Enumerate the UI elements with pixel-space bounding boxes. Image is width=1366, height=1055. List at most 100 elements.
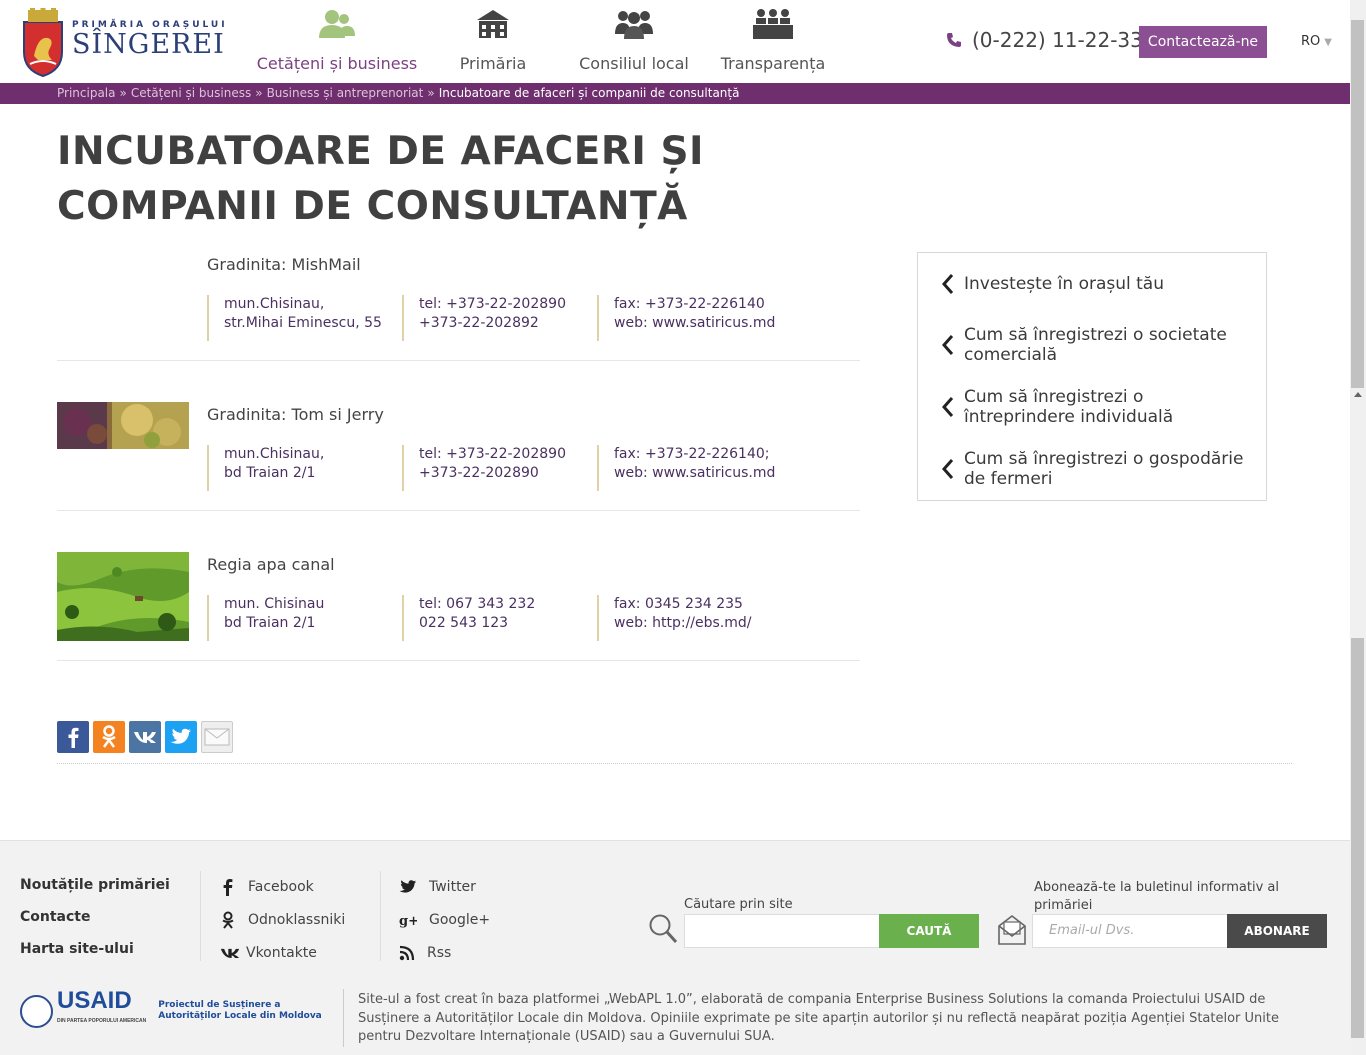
- twitter-icon: [399, 879, 417, 893]
- entry-address: mun. Chisinau bd Traian 2/1: [207, 595, 402, 641]
- list-item: Regia apa canal mun. Chisinau bd Traian 2…: [57, 552, 860, 661]
- entry-name[interactable]: Gradinita: Tom si Jerry: [207, 405, 384, 424]
- sidebar-item-gospodarie[interactable]: Cum să înregistrezi o gospodărie de ferm…: [942, 449, 1254, 489]
- sidebar-item-label: Cum să înregistrezi o întreprindere indi…: [964, 387, 1174, 427]
- footer-link-noutati[interactable]: Noutățile primăriei: [20, 877, 170, 909]
- social-label: Facebook: [248, 878, 314, 895]
- breadcrumb-link[interactable]: Principala: [57, 86, 116, 100]
- share-odnoklassniki-icon[interactable]: [93, 721, 125, 753]
- breadcrumb-current: Incubatoare de afaceri și companii de co…: [438, 86, 740, 100]
- breadcrumb-separator: »: [119, 86, 127, 100]
- site-header: PRIMĂRIA ORAȘULUI SÎNGEREI Cetățeni și b…: [0, 0, 1350, 83]
- social-link-vkontakte[interactable]: Vkontakte: [220, 936, 345, 969]
- social-link-facebook[interactable]: Facebook: [220, 870, 345, 903]
- odnoklassniki-icon: [222, 911, 234, 929]
- scrollbar-thumb[interactable]: [1351, 20, 1364, 388]
- social-label: Rss: [427, 944, 452, 961]
- social-label: Google+: [429, 911, 491, 928]
- scroll-up-icon[interactable]: [1354, 392, 1362, 397]
- nav-label: Primăria: [459, 54, 527, 73]
- breadcrumb-separator: »: [255, 86, 263, 100]
- language-selector[interactable]: RO ▼: [1301, 34, 1332, 49]
- sidebar-menu: Investește în orașul tău Cum să înregist…: [917, 252, 1267, 501]
- usaid-wordmark: USAID DIN PARTEA POPORULUI AMERICAN: [57, 989, 146, 1031]
- rss-icon: [399, 945, 415, 960]
- scrollbar[interactable]: [1350, 0, 1366, 1055]
- web-link[interactable]: web: http://ebs.md/: [614, 614, 792, 633]
- usaid-project-name: Proiectul de Susținere a Autorităților L…: [158, 1000, 322, 1021]
- phone-number: (0-222) 11-22-33: [972, 28, 1143, 52]
- header-phone[interactable]: (0-222) 11-22-33: [946, 28, 1143, 52]
- breadcrumb-separator: »: [427, 86, 435, 100]
- nav-item-consiliul[interactable]: Consiliul local: [562, 0, 706, 83]
- address-line: mun. Chisinau: [224, 596, 325, 612]
- site-footer: Noutățile primăriei Contacte Harta site-…: [0, 840, 1350, 1055]
- google-plus-icon: g+: [399, 914, 417, 928]
- chevron-down-icon: ▼: [1324, 37, 1332, 48]
- breadcrumb-link[interactable]: Cetățeni și business: [131, 86, 251, 100]
- entry-address: mun.Chisinau, bd Traian 2/1: [207, 445, 402, 491]
- sidebar-item-investeste[interactable]: Investește în orașul tău: [942, 273, 1254, 295]
- sidebar-item-intreprindere[interactable]: Cum să înregistrezi o întreprindere indi…: [942, 387, 1254, 427]
- entry-name[interactable]: Regia apa canal: [207, 555, 335, 574]
- web-link[interactable]: web: www.satiricus.md: [614, 464, 792, 483]
- chevron-left-icon: [942, 274, 954, 294]
- sidebar-item-societate[interactable]: Cum să înregistrezi o societate comercia…: [942, 325, 1254, 365]
- footer-link-contacte[interactable]: Contacte: [20, 909, 170, 941]
- address-line: mun.Chisinau,: [224, 446, 325, 462]
- phone-line: tel: +373-22-202890: [419, 446, 566, 462]
- share-vkontakte-icon[interactable]: [129, 721, 161, 753]
- nav-label: Cetățeni și business: [256, 54, 418, 73]
- svg-text:g+: g+: [399, 914, 417, 928]
- chevron-left-icon: [942, 397, 954, 417]
- share-email-icon[interactable]: [201, 721, 233, 753]
- web-link[interactable]: web: www.satiricus.md: [614, 314, 792, 333]
- newsletter-envelope-icon: [998, 914, 1026, 945]
- share-twitter-icon[interactable]: [165, 721, 197, 753]
- entry-name[interactable]: Gradinita: MishMail: [207, 255, 361, 274]
- search-icon: [649, 914, 678, 944]
- site-logo[interactable]: PRIMĂRIA ORAȘULUI SÎNGEREI: [20, 8, 228, 78]
- people-icon: [319, 10, 355, 38]
- entry-thumbnail[interactable]: [57, 552, 189, 641]
- nav-item-transparenta[interactable]: Transparența: [706, 0, 840, 83]
- divider: [343, 989, 344, 1047]
- breadcrumb-link[interactable]: Business și antreprenoriat: [267, 86, 424, 100]
- contact-button[interactable]: Contactează-ne: [1139, 26, 1267, 58]
- phone-line: tel: +373-22-202890: [419, 296, 566, 312]
- social-link-twitter[interactable]: Twitter: [399, 870, 490, 903]
- search-button[interactable]: CAUTĂ: [879, 914, 979, 948]
- address-line: str.Mihai Eminescu, 55: [224, 315, 382, 331]
- phone-line: 022 543 123: [419, 615, 509, 631]
- usaid-logo[interactable]: USAID DIN PARTEA POPORULUI AMERICAN Proi…: [20, 989, 328, 1031]
- footer-links: Noutățile primăriei Contacte Harta site-…: [20, 877, 170, 973]
- entry-phones: tel: 067 343 232 022 543 123: [402, 595, 597, 641]
- social-link-rss[interactable]: Rss: [399, 936, 490, 969]
- entry-fax-web: fax: +373-22-226140; web: www.satiricus.m…: [597, 445, 792, 491]
- divider: [57, 763, 1292, 764]
- entry-fax-web: fax: 0345 234 235 web: http://ebs.md/: [597, 595, 792, 641]
- share-facebook-icon[interactable]: [57, 721, 89, 753]
- email-field[interactable]: Email-ul Dvs.: [1032, 914, 1228, 948]
- divider: [200, 871, 201, 961]
- facebook-icon: [223, 878, 233, 896]
- nav-item-cetateni[interactable]: Cetățeni și business: [250, 0, 424, 83]
- footer-link-harta[interactable]: Harta site-ului: [20, 941, 170, 973]
- nav-item-primaria[interactable]: Primăria: [424, 0, 562, 83]
- search-input[interactable]: [684, 914, 880, 948]
- chevron-left-icon: [942, 335, 954, 355]
- language-code: RO: [1301, 34, 1321, 49]
- entry-thumbnail[interactable]: [57, 402, 189, 449]
- social-link-odnoklassniki[interactable]: Odnoklassniki: [220, 903, 345, 936]
- social-label: Odnoklassniki: [248, 911, 346, 928]
- social-label: Vkontakte: [246, 944, 317, 961]
- scrollbar-thumb[interactable]: [1351, 638, 1364, 1038]
- phone-line: tel: 067 343 232: [419, 596, 536, 612]
- social-label: Twitter: [429, 878, 476, 895]
- list-item: Gradinita: MishMail mun.Chisinau, str.Mih…: [57, 252, 860, 361]
- social-links-left: Facebook Odnoklassniki Vkontakte: [220, 870, 345, 969]
- council-icon: [615, 11, 653, 39]
- subscribe-button[interactable]: ABONARE: [1227, 914, 1327, 948]
- social-link-googleplus[interactable]: g+ Google+: [399, 903, 490, 936]
- fax-line: fax: +373-22-226140: [614, 296, 765, 312]
